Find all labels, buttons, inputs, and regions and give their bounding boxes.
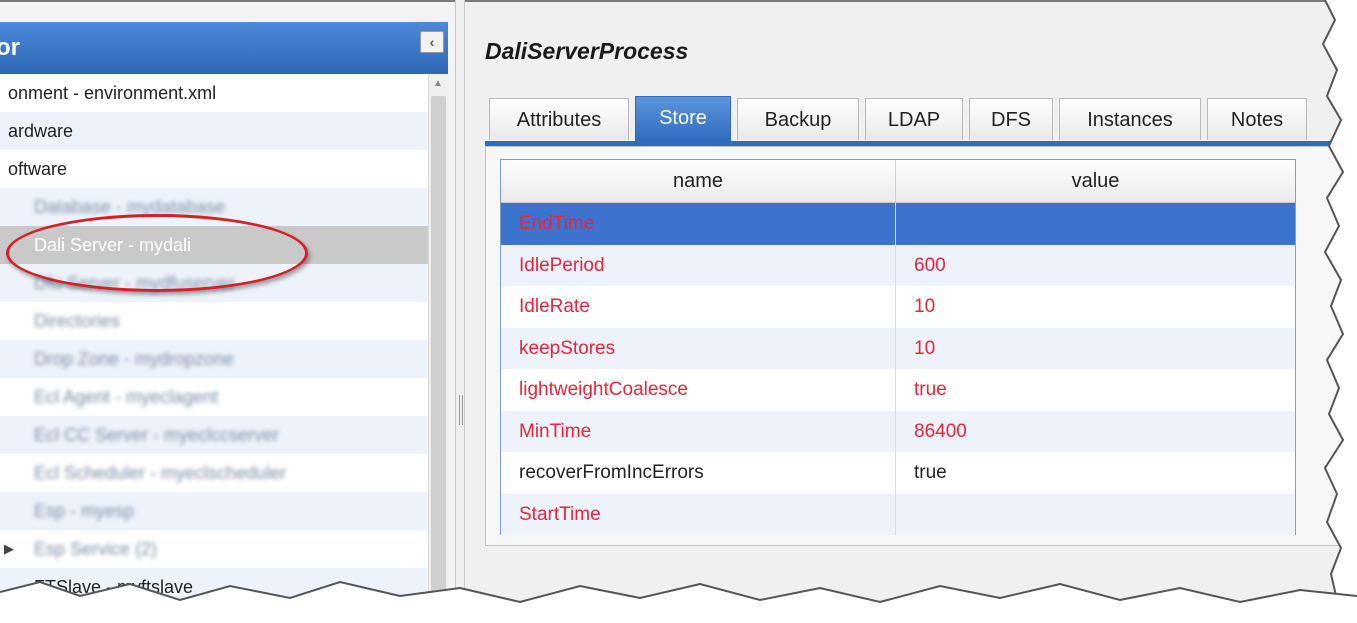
tab-content-store: name value EndTime IdlePeriod 600 IdleRate 1… — [485, 146, 1357, 546]
chevron-left-icon: ‹ — [429, 34, 435, 50]
tab-dfs[interactable]: DFS — [969, 98, 1053, 140]
table-row[interactable]: IdlePeriod 600 — [501, 244, 1295, 287]
tree-item[interactable]: Ecl Scheduler - myeclscheduler — [0, 454, 428, 492]
table-row[interactable]: MinTime 86400 — [501, 410, 1295, 453]
tree-item-label: Dfu Server - mydfuserver — [34, 273, 236, 293]
tree-item[interactable]: Esp - myesp — [0, 492, 428, 530]
column-header-value[interactable]: value — [896, 160, 1295, 202]
cell-value[interactable] — [896, 203, 1295, 245]
cell-value[interactable]: 600 — [896, 245, 1295, 287]
cell-value[interactable]: 10 — [896, 286, 1295, 328]
tree-item-label: Esp Service (2) — [34, 539, 158, 559]
tree-item[interactable]: ▶ Esp Service (2) — [0, 530, 428, 568]
grid-header: name value — [501, 160, 1295, 203]
tree-item[interactable]: Dfu Server - mydfuserver — [0, 264, 428, 302]
tab-store[interactable]: Store — [635, 96, 731, 142]
page-title: DaliServerProcess — [485, 38, 689, 64]
navigator-panel: or ‹ onment - environment.xml ardware oftw… — [0, 0, 455, 623]
tree-item[interactable]: onment - environment.xml — [0, 74, 428, 112]
tree-item-label: FTSlave - myftslave — [34, 577, 194, 597]
tree-item-label: Esp - myesp — [34, 501, 135, 521]
table-row[interactable]: keepStores 10 — [501, 327, 1295, 370]
environment-tree: onment - environment.xml ardware oftware Da… — [0, 74, 428, 614]
cell-value[interactable] — [896, 494, 1295, 536]
cell-name: StartTime — [501, 493, 896, 535]
tree-item-label: Directories — [34, 311, 121, 331]
column-header-name[interactable]: name — [501, 160, 896, 202]
table-row[interactable]: lightweightCoalesce true — [501, 369, 1295, 411]
grid-body: EndTime IdlePeriod 600 IdleRate 10 keepStores… — [501, 203, 1295, 535]
collapse-navigator-button[interactable]: ‹ — [420, 31, 444, 53]
attribute-grid: name value EndTime IdlePeriod 600 IdleRate 1… — [500, 159, 1296, 535]
expand-arrow-icon[interactable]: ▶ — [4, 530, 14, 568]
cell-name: IdleRate — [501, 286, 896, 328]
tree-item-label: Ecl Scheduler - myeclscheduler — [34, 463, 287, 483]
tree-item[interactable]: FTSlave - myftslave — [0, 568, 428, 606]
tree-scrollbar[interactable]: ▲ — [428, 74, 449, 614]
table-row[interactable]: IdleRate 10 — [501, 286, 1295, 328]
navigator-header: or ‹ — [0, 22, 448, 74]
cell-name: EndTime — [501, 203, 896, 245]
tree-item-label: Dali Server - mydali — [34, 235, 192, 255]
tab-ldap[interactable]: LDAP — [865, 98, 963, 140]
tree-item-label: Drop Zone - mydropzone — [34, 349, 235, 369]
tree-item-label: ardware — [8, 121, 74, 141]
table-row[interactable]: recoverFromIncErrors true — [501, 452, 1295, 494]
splitter-grip-icon[interactable] — [459, 395, 463, 425]
cell-value[interactable]: true — [896, 452, 1295, 494]
tree-item[interactable]: Drop Zone - mydropzone — [0, 340, 428, 378]
tree-item[interactable]: oftware — [0, 150, 428, 188]
panel-splitter[interactable] — [455, 0, 465, 623]
tree-item[interactable]: ardware — [0, 112, 428, 150]
tree-item[interactable]: Dali Server - mydali — [0, 226, 428, 264]
tree-item-label: Database - mydatabase — [34, 197, 226, 217]
tab-instances[interactable]: Instances — [1059, 98, 1201, 140]
cell-value[interactable]: 86400 — [896, 411, 1295, 453]
cell-name: IdlePeriod — [501, 244, 896, 286]
cell-name: lightweightCoalesce — [501, 369, 896, 411]
tree-item[interactable]: Ecl Agent - myeclagent — [0, 378, 428, 416]
tree-item[interactable]: Directories — [0, 302, 428, 340]
tree-item-label: oftware — [8, 159, 68, 179]
cell-value[interactable]: true — [896, 369, 1295, 411]
tree-item-label: Ecl Agent - myeclagent — [34, 387, 219, 407]
tab-notes[interactable]: Notes — [1207, 98, 1307, 140]
cell-name: recoverFromIncErrors — [501, 452, 896, 494]
tree-item-label: Ecl CC Server - myeclccserver — [34, 425, 280, 445]
table-row[interactable]: EndTime — [501, 203, 1295, 245]
cell-value[interactable]: 10 — [896, 328, 1295, 370]
tab-backup[interactable]: Backup — [737, 98, 859, 140]
cell-name: MinTime — [501, 410, 896, 452]
scroll-up-arrow-icon[interactable]: ▲ — [433, 78, 443, 89]
tree-item-label: onment - environment.xml — [8, 83, 217, 103]
table-row[interactable]: StartTime — [501, 493, 1295, 536]
tree-item[interactable]: Ecl CC Server - myeclccserver — [0, 416, 428, 454]
cell-name: keepStores — [501, 327, 896, 369]
tree-item[interactable]: Database - mydatabase — [0, 188, 428, 226]
tab-attributes[interactable]: Attributes — [489, 98, 629, 140]
navigator-title: or — [0, 34, 20, 61]
scrollbar-thumb[interactable] — [431, 96, 446, 614]
detail-panel: DaliServerProcess Attributes Store Backup L… — [465, 0, 1357, 623]
